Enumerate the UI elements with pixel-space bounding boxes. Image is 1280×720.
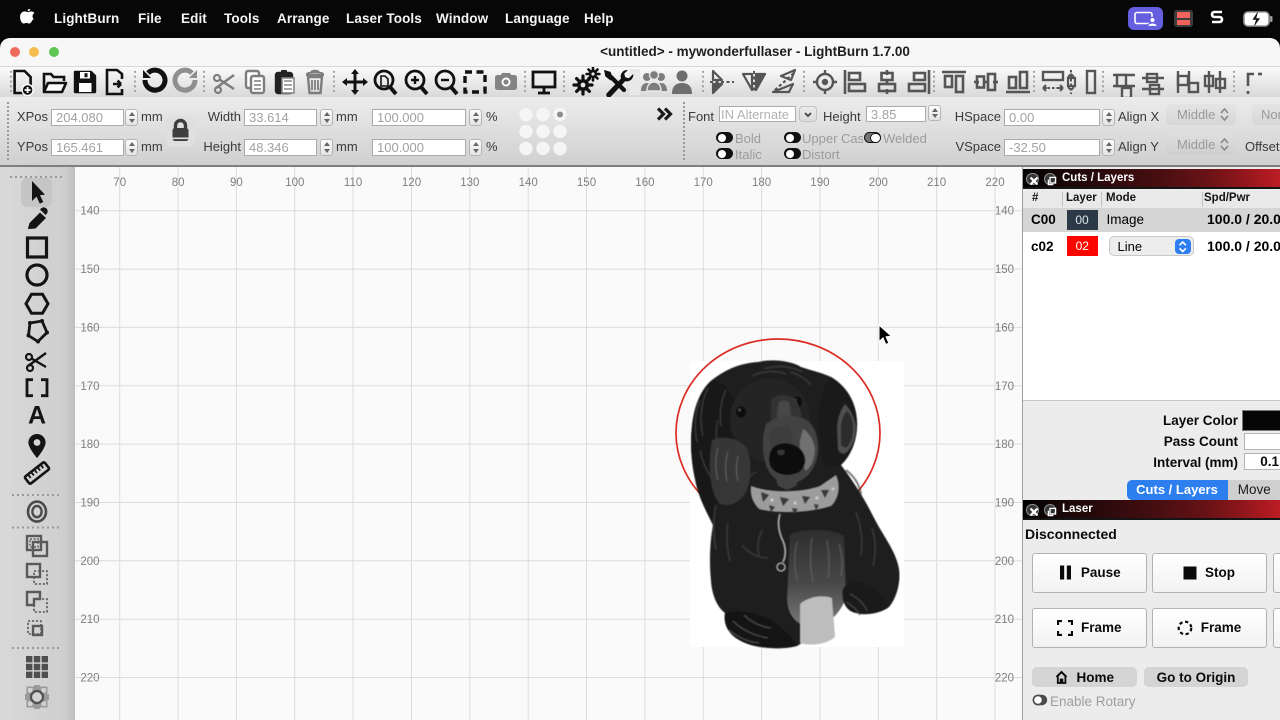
- svg-text:220: 220: [995, 673, 1014, 685]
- svg-text:200: 200: [869, 177, 888, 189]
- svg-text:90: 90: [230, 177, 243, 189]
- svg-text:200: 200: [995, 556, 1014, 568]
- svg-text:130: 130: [460, 177, 479, 189]
- svg-text:220: 220: [985, 177, 1004, 189]
- svg-text:170: 170: [995, 381, 1014, 393]
- svg-text:210: 210: [80, 614, 99, 626]
- svg-text:140: 140: [995, 206, 1014, 218]
- svg-text:210: 210: [927, 177, 946, 189]
- svg-text:200: 200: [80, 556, 99, 568]
- svg-text:140: 140: [80, 206, 99, 218]
- svg-text:180: 180: [995, 439, 1014, 451]
- svg-text:150: 150: [995, 264, 1014, 276]
- svg-text:140: 140: [519, 177, 538, 189]
- svg-text:180: 180: [80, 439, 99, 451]
- svg-text:190: 190: [80, 498, 99, 510]
- svg-text:160: 160: [635, 177, 654, 189]
- svg-text:150: 150: [80, 264, 99, 276]
- svg-text:160: 160: [80, 322, 99, 334]
- svg-text:80: 80: [172, 177, 185, 189]
- svg-text:120: 120: [402, 177, 421, 189]
- svg-text:160: 160: [995, 322, 1014, 334]
- svg-text:100: 100: [285, 177, 304, 189]
- svg-text:190: 190: [995, 498, 1014, 510]
- svg-text:170: 170: [694, 177, 713, 189]
- svg-text:170: 170: [80, 381, 99, 393]
- svg-text:210: 210: [995, 614, 1014, 626]
- svg-text:220: 220: [80, 673, 99, 685]
- svg-text:180: 180: [752, 177, 771, 189]
- svg-text:70: 70: [113, 177, 126, 189]
- svg-text:190: 190: [810, 177, 829, 189]
- svg-text:A: A: [28, 402, 46, 430]
- svg-text:150: 150: [577, 177, 596, 189]
- svg-text:110: 110: [344, 177, 362, 189]
